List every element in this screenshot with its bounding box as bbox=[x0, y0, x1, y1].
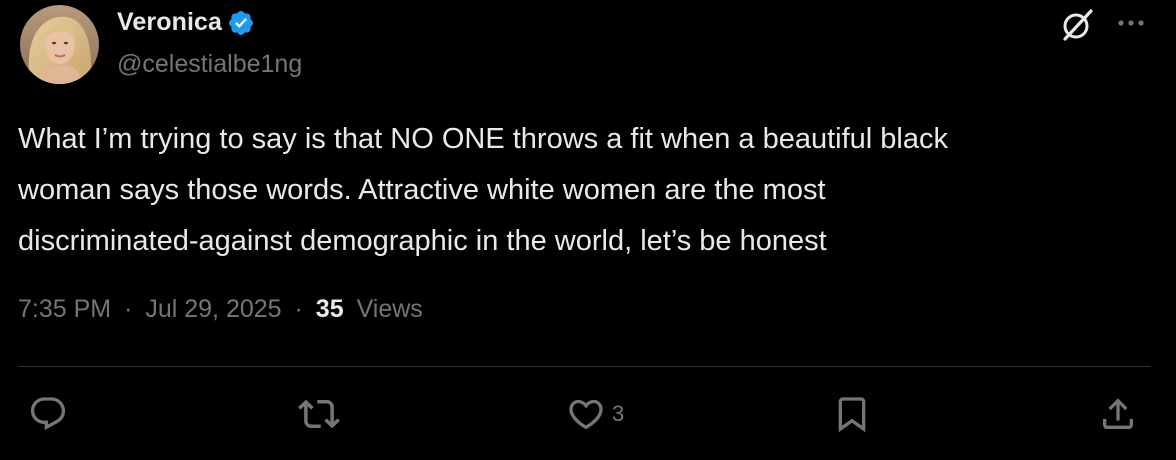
views-count: 35 bbox=[315, 295, 344, 323]
tweet: Veronica @celestialbe1ng What I’m trying… bbox=[0, 0, 1176, 460]
avatar[interactable] bbox=[20, 5, 99, 84]
retweet-button[interactable] bbox=[298, 394, 340, 434]
heart-icon bbox=[569, 399, 603, 430]
reply-button[interactable] bbox=[28, 394, 68, 434]
tweet-meta: 7:35 PM · Jul 29, 2025 · 35 Views bbox=[18, 295, 423, 324]
avatar-image bbox=[20, 5, 99, 84]
share-button[interactable] bbox=[1098, 394, 1138, 434]
grok-icon bbox=[1063, 9, 1093, 41]
bookmark-button[interactable] bbox=[832, 394, 872, 434]
like-button[interactable]: 3 bbox=[566, 394, 624, 434]
tweet-time[interactable]: 7:35 PM bbox=[18, 295, 111, 323]
grok-button[interactable] bbox=[1058, 6, 1096, 44]
author-name[interactable]: Veronica bbox=[117, 8, 255, 37]
meta-separator: · bbox=[294, 295, 303, 323]
more-icon bbox=[1118, 20, 1144, 26]
author-display-name[interactable]: Veronica bbox=[117, 8, 222, 37]
author-handle[interactable]: @celestialbe1ng bbox=[117, 50, 302, 79]
like-count: 3 bbox=[612, 401, 625, 426]
tweet-date[interactable]: Jul 29, 2025 bbox=[145, 295, 281, 323]
more-options-button[interactable] bbox=[1114, 10, 1148, 36]
verified-badge-icon bbox=[227, 9, 255, 37]
retweet-icon bbox=[298, 399, 340, 429]
reply-icon bbox=[30, 397, 66, 431]
views-label: Views bbox=[356, 295, 423, 323]
bookmark-icon bbox=[838, 397, 866, 433]
divider bbox=[18, 366, 1151, 367]
tweet-text: What I’m trying to say is that NO ONE th… bbox=[18, 123, 948, 257]
share-icon bbox=[1103, 398, 1133, 429]
meta-separator: · bbox=[124, 295, 133, 323]
